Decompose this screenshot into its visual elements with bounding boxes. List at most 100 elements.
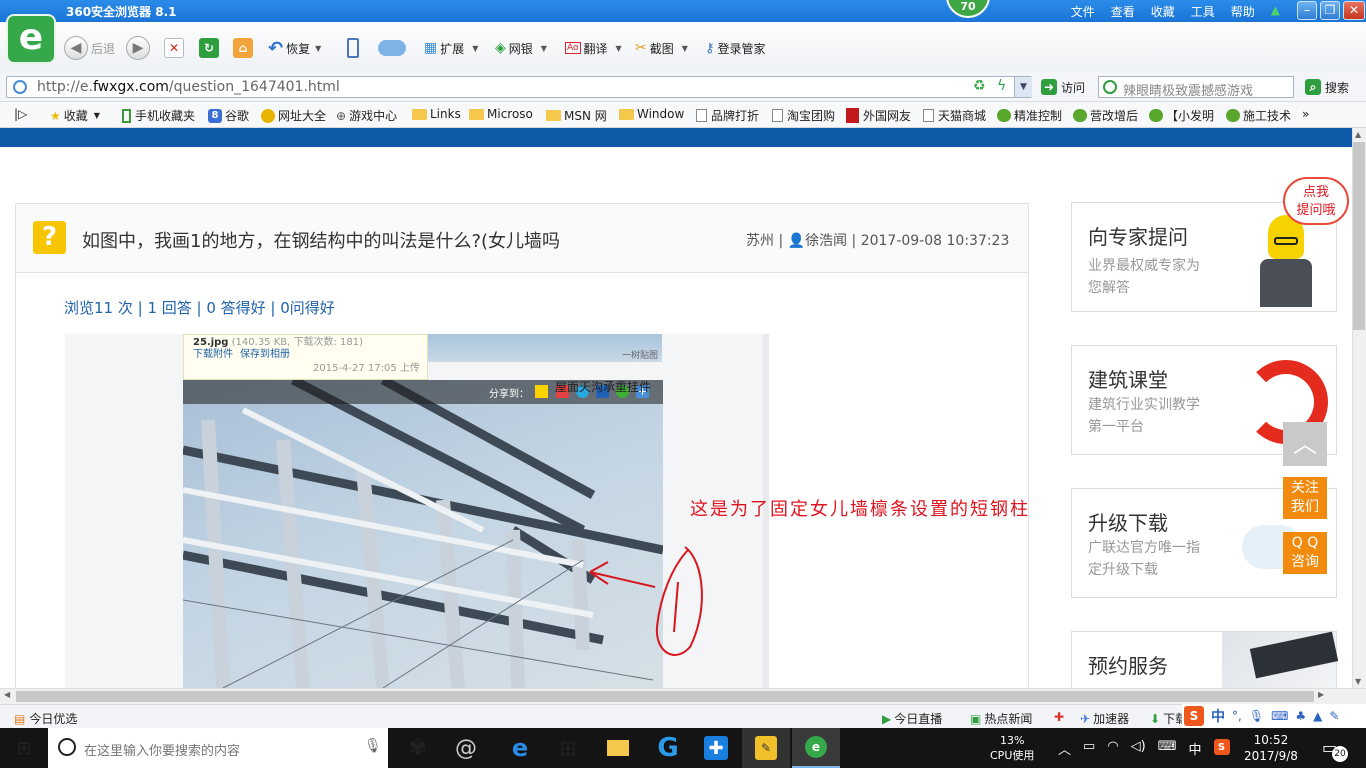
bookmark-folder[interactable]: Links <box>412 107 461 121</box>
horizontal-scroll-thumb[interactable] <box>16 691 1314 702</box>
today-pick-button[interactable]: ▤ 今日优选 <box>14 710 77 727</box>
ask-bubble[interactable]: 点我 提问哦 <box>1283 177 1349 225</box>
taskbar-app-store[interactable]: ⊞ <box>544 728 592 768</box>
more-bookmarks-icon[interactable]: » <box>1302 107 1309 121</box>
save-to-album-link[interactable]: 保存到相册 <box>240 345 290 360</box>
download-attachment-link[interactable]: 下载附件 <box>193 345 233 360</box>
bookmark-item[interactable]: 天猫商城 <box>923 107 986 124</box>
download-icon: ⬇ <box>1150 711 1161 726</box>
sogou-ime-bar[interactable]: S 中 °, 🎙 ⌨ ♣ ▲ ✎ <box>1182 704 1366 728</box>
bookmark-folder[interactable]: Window <box>619 107 684 121</box>
restore-button[interactable]: ↶ 恢复 ▼ <box>268 34 321 62</box>
rocket-icon: ✈ <box>1080 711 1091 726</box>
screenshot-button[interactable]: ✂ 截图 ▼ <box>635 34 688 62</box>
taskbar-app-browser[interactable]: @ <box>442 728 490 768</box>
translate-button[interactable]: Ao 翻译 ▼ <box>565 34 622 62</box>
taskbar-search[interactable]: 在这里输入你要搜索的内容 🎙 <box>48 728 388 768</box>
go-button[interactable]: ➜ 访问 <box>1041 73 1085 101</box>
action-center-button[interactable]: ▭ 20 <box>1322 738 1348 762</box>
scroll-right-icon[interactable]: ▶ <box>1318 690 1324 699</box>
back-to-top-button[interactable]: ︿ <box>1283 422 1327 466</box>
hot-news-button[interactable]: ▣ 热点新闻 <box>970 710 1032 727</box>
tray-expand-icon[interactable]: ︿ <box>1058 739 1071 758</box>
gamepad-icon: ⊕ <box>336 108 347 123</box>
bookmark-item[interactable]: 营改增后 <box>1073 107 1138 124</box>
bookmark-item[interactable]: 【小发明 <box>1149 107 1214 124</box>
search-icon: ⌕ <box>1305 79 1321 95</box>
keyboard-icon[interactable]: ⌨ <box>1158 739 1177 758</box>
follow-us-button[interactable]: 关注 我们 <box>1283 477 1327 519</box>
cpu-usage[interactable]: 13% CPU使用 <box>990 733 1034 763</box>
question-author[interactable]: 徐浩闻 <box>805 233 847 249</box>
microphone-icon[interactable]: 🎙 <box>364 738 382 754</box>
menu-file[interactable]: 文件 <box>1071 3 1095 20</box>
qzone-share-icon[interactable] <box>535 385 548 398</box>
refresh-button[interactable]: ↻ <box>199 34 219 62</box>
bookmark-folder[interactable]: MSN 网 <box>546 107 607 124</box>
qq-consult-button[interactable]: Q Q 咨询 <box>1283 532 1327 574</box>
accelerator-button[interactable]: ✈ 加速器 <box>1080 710 1129 727</box>
menu-favorites[interactable]: 收藏 <box>1151 3 1175 20</box>
taskbar-app-notes[interactable]: ✎ <box>742 728 790 768</box>
annotation-text: 这是为了固定女儿墙檩条设置的短钢柱 <box>690 499 1030 520</box>
home-button[interactable]: ⌂ <box>233 34 253 62</box>
taskbar-app-plus[interactable]: ✚ <box>692 728 740 768</box>
sogou-tray-icon[interactable]: S <box>1213 739 1230 755</box>
taskbar-app-g[interactable]: G <box>644 728 692 768</box>
clock[interactable]: 10:52 2017/9/8 <box>1244 732 1298 764</box>
menu-tools[interactable]: 工具 <box>1191 3 1215 20</box>
minimize-button[interactable]: – <box>1297 1 1317 20</box>
taskbar-app-360[interactable]: e <box>792 728 840 768</box>
maximize-button[interactable]: ❐ <box>1320 1 1340 20</box>
bookmark-item[interactable]: 手机收藏夹 <box>122 107 195 124</box>
vertical-scroll-thumb[interactable] <box>1353 142 1365 330</box>
bookmark-item[interactable]: 精准控制 <box>997 107 1062 124</box>
today-live-button[interactable]: ▶ 今日直播 <box>882 710 942 727</box>
taskbar-app-edge[interactable]: e <box>496 728 544 768</box>
recycle-icon[interactable]: ♻ <box>973 78 986 94</box>
reservation-card[interactable]: 预约服务 <box>1071 631 1339 688</box>
mobile-button[interactable] <box>347 34 359 62</box>
start-button[interactable]: ⊞ <box>0 728 48 768</box>
lightning-icon[interactable]: ϟ <box>997 78 1006 94</box>
menu-view[interactable]: 查看 <box>1111 3 1135 20</box>
scroll-up-icon[interactable]: ▲ <box>1355 130 1361 139</box>
sidebar-toggle-icon[interactable]: |▷ <box>14 107 27 121</box>
menu-help[interactable]: 帮助 <box>1231 3 1255 20</box>
search-button[interactable]: ⌕ 搜索 <box>1305 73 1349 101</box>
bookmark-item[interactable]: 网址大全 <box>261 107 326 124</box>
back-button[interactable]: ◀ 后退 <box>64 34 115 62</box>
cloud-button[interactable] <box>378 34 406 62</box>
bookmark-favorites[interactable]: ★ 收藏 ▼ <box>50 107 100 124</box>
close-button[interactable]: ✕ <box>1343 1 1365 20</box>
bookmark-item[interactable]: 施工技术 <box>1226 107 1291 124</box>
stop-button[interactable]: ✕ <box>164 34 184 62</box>
url-dropdown-icon[interactable]: ▼ <box>1014 77 1032 97</box>
bookmark-folder[interactable]: Microso <box>469 107 533 121</box>
wifi-icon[interactable]: ◠ <box>1107 739 1118 758</box>
bookmark-item[interactable]: 8 谷歌 <box>208 107 249 124</box>
bookmark-item[interactable]: 品牌打折 <box>696 107 759 124</box>
first-aid-icon[interactable]: ✚ <box>1054 710 1064 724</box>
bank-button[interactable]: ◈ 网银 ▼ <box>495 34 547 62</box>
refresh-icon: ↻ <box>199 38 219 58</box>
news-icon: ▣ <box>970 711 982 726</box>
url-field[interactable]: http://e.fwxgx.com/question_1647401.html… <box>6 76 1032 98</box>
scroll-left-icon[interactable]: ◀ <box>4 690 10 699</box>
forward-button[interactable]: ▶ <box>126 34 150 62</box>
bookmark-item[interactable]: 淘宝团购 <box>772 107 835 124</box>
shirt-icon[interactable]: ▲ <box>1271 3 1280 20</box>
taskbar-app-pinwheel[interactable]: ✾ <box>394 728 442 768</box>
login-manager-button[interactable]: ⚷ 登录管家 <box>705 34 766 62</box>
scroll-down-icon[interactable]: ▼ <box>1355 677 1361 686</box>
ime-indicator[interactable]: 中 <box>1189 739 1202 758</box>
volume-icon[interactable]: ◁) <box>1131 739 1146 758</box>
battery-icon[interactable]: ▭ <box>1083 739 1095 758</box>
search-field[interactable]: 辣眼睛极致震撼感游戏 <box>1098 76 1294 99</box>
extend-button[interactable]: ▦ 扩展 ▼ <box>424 34 478 62</box>
bookmark-item[interactable]: ⊕ 游戏中心 <box>336 107 397 124</box>
taskbar-app-explorer[interactable] <box>594 728 642 768</box>
bookmark-item[interactable]: 外国网友 <box>846 107 911 124</box>
handshake-image <box>1222 631 1339 688</box>
question-meta: 苏州 | 👤徐浩闻 | 2017-09-08 10:37:23 <box>746 233 1010 249</box>
